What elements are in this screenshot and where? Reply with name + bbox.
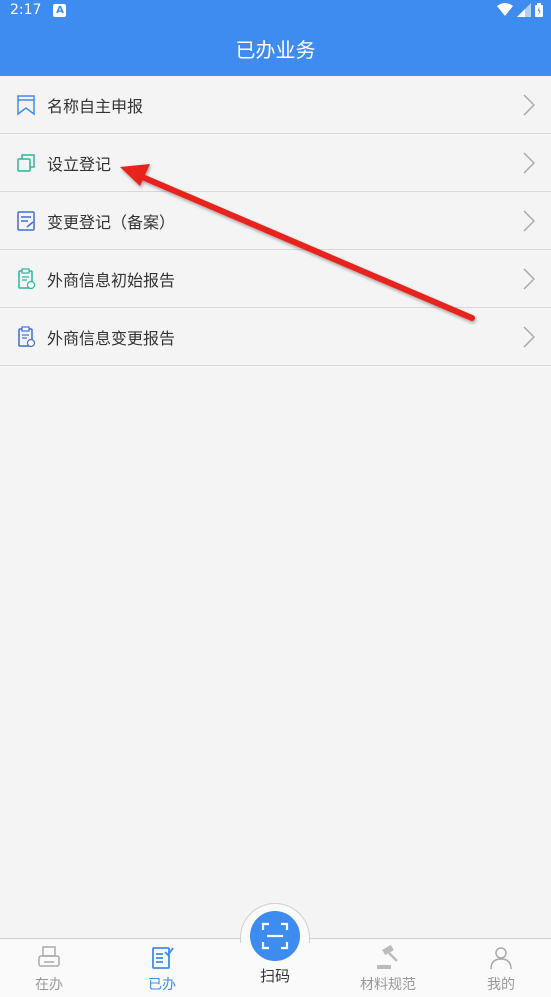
printer-icon xyxy=(38,946,60,967)
page-header: 已办业务 xyxy=(0,20,551,76)
list-item-change-registration[interactable]: 变更登记（备案） xyxy=(0,192,551,250)
scan-label: 扫码 xyxy=(259,967,290,985)
gavel-icon xyxy=(377,944,398,969)
checklist-icon xyxy=(152,947,174,969)
wifi-icon xyxy=(497,3,513,16)
list-item-foreign-change-report[interactable]: 外商信息变更报告 xyxy=(0,308,551,366)
tab-mine[interactable]: 我的 xyxy=(456,939,546,997)
bookmark-icon xyxy=(15,94,37,116)
list-item-foreign-initial-report[interactable]: 外商信息初始报告 xyxy=(0,250,551,308)
battery-icon xyxy=(535,3,543,17)
tab-label: 在办 xyxy=(35,977,63,993)
page-title: 已办业务 xyxy=(235,37,316,62)
status-time: 2:17 xyxy=(10,2,42,18)
copy-icon xyxy=(15,152,37,174)
list-item-establishment-registration[interactable]: 设立登记 xyxy=(0,134,551,192)
tab-done[interactable]: 已办 xyxy=(117,939,207,997)
tab-label: 材料规范 xyxy=(360,977,416,993)
tab-label: 我的 xyxy=(487,977,515,993)
business-list: 名称自主申报 设立登记 变更登记（备案） 外商信息初始报告 外商信息变更报告 xyxy=(0,76,551,366)
tab-material-spec[interactable]: 材料规范 xyxy=(343,939,433,997)
chevron-right-icon xyxy=(523,325,535,348)
notification-icon: A xyxy=(53,3,67,17)
clipboard-add-icon xyxy=(15,267,37,290)
user-icon xyxy=(490,947,512,970)
status-bar: 2:17 A xyxy=(0,0,551,20)
scan-button[interactable] xyxy=(250,911,300,961)
list-item-label: 变更登记（备案） xyxy=(47,212,176,232)
clipboard-edit-icon xyxy=(15,325,37,348)
edit-document-icon xyxy=(15,210,37,232)
list-item-label: 设立登记 xyxy=(47,154,112,174)
tab-label: 已办 xyxy=(148,977,176,993)
signal-icon xyxy=(517,3,531,17)
scan-icon xyxy=(261,922,289,950)
list-item-name-declaration[interactable]: 名称自主申报 xyxy=(0,76,551,134)
chevron-right-icon xyxy=(523,93,535,116)
list-item-label: 名称自主申报 xyxy=(47,96,144,116)
list-item-label: 外商信息初始报告 xyxy=(47,270,176,290)
chevron-right-icon xyxy=(523,151,535,174)
list-item-label: 外商信息变更报告 xyxy=(47,328,176,348)
chevron-right-icon xyxy=(523,209,535,232)
tab-in-progress[interactable]: 在办 xyxy=(4,939,94,997)
chevron-right-icon xyxy=(523,267,535,290)
